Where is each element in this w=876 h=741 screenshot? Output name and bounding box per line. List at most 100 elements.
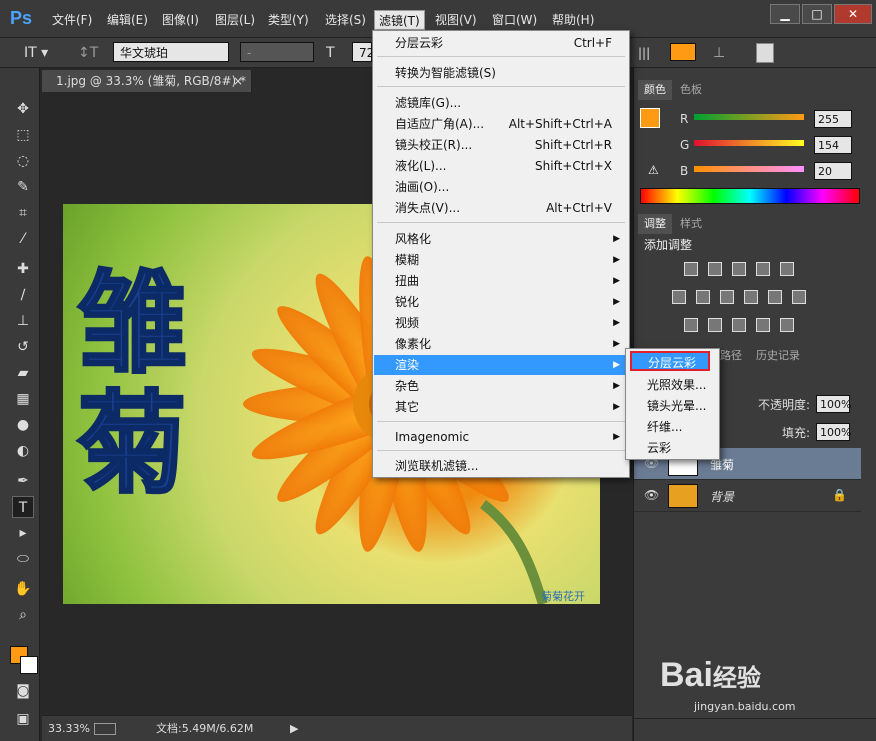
menu-item-liquify[interactable]: 液化(L)... Shift+Ctrl+X bbox=[374, 156, 628, 176]
quick-mask-icon[interactable]: ◙ bbox=[12, 680, 34, 702]
menu-item-pixelate[interactable]: 像素化 ▶ bbox=[374, 334, 628, 354]
menu-item-oil-paint[interactable]: 油画(O)... bbox=[374, 177, 628, 197]
levels-icon[interactable] bbox=[708, 262, 722, 276]
photo-filter-icon[interactable] bbox=[744, 290, 758, 304]
shape-tool-icon[interactable]: ⬭ bbox=[12, 548, 34, 570]
tab-swatches[interactable]: 色板 bbox=[674, 80, 708, 100]
blur-tool-icon[interactable]: ● bbox=[12, 414, 34, 436]
submenu-item-fibers[interactable]: 纤维... bbox=[627, 417, 718, 437]
menu-item-smart-filter[interactable]: 转换为智能滤镜(S) bbox=[374, 63, 628, 83]
hue-icon[interactable] bbox=[672, 290, 686, 304]
text-layer-chuju[interactable]: 雏 菊 bbox=[76, 263, 197, 506]
submenu-item-lens-flare[interactable]: 镜头光晕... bbox=[627, 396, 718, 416]
tab-color[interactable]: 颜色 bbox=[638, 80, 672, 100]
font-family-select[interactable]: 华文琥珀 bbox=[113, 42, 229, 62]
menu-item-blur[interactable]: 模糊 ▶ bbox=[374, 250, 628, 270]
character-panel-icon[interactable] bbox=[756, 43, 774, 63]
menu-item-noise[interactable]: 杂色 ▶ bbox=[374, 376, 628, 396]
opacity-value[interactable]: 100% bbox=[816, 395, 851, 413]
menu-item-imagenomic[interactable]: Imagenomic ▶ bbox=[374, 427, 628, 447]
threshold-icon[interactable] bbox=[732, 318, 746, 332]
fill-value[interactable]: 100% bbox=[816, 423, 851, 441]
tab-styles[interactable]: 样式 bbox=[674, 214, 708, 234]
text-orientation-icon[interactable]: ↕T bbox=[78, 42, 100, 64]
pen-tool-icon[interactable]: ✒ bbox=[12, 470, 34, 492]
menu-layer[interactable]: 图层(L) bbox=[211, 10, 259, 30]
b-slider[interactable] bbox=[694, 166, 804, 172]
crop-tool-icon[interactable]: ⌗ bbox=[12, 202, 34, 224]
color-spectrum[interactable] bbox=[640, 188, 860, 204]
menu-item-adaptive-wide[interactable]: 自适应广角(A)... Alt+Shift+Ctrl+A bbox=[374, 114, 628, 134]
menu-item-stylize[interactable]: 风格化 ▶ bbox=[374, 229, 628, 249]
curves-icon[interactable] bbox=[732, 262, 746, 276]
posterize-icon[interactable] bbox=[708, 318, 722, 332]
brush-tool-icon[interactable]: ∕ bbox=[12, 284, 34, 306]
submenu-item-difference-clouds[interactable]: 分层云彩 bbox=[630, 351, 710, 371]
bw-icon[interactable] bbox=[720, 290, 734, 304]
dodge-tool-icon[interactable]: ◐ bbox=[12, 440, 34, 462]
menu-item-other[interactable]: 其它 ▶ bbox=[374, 397, 628, 417]
menu-item-distort[interactable]: 扭曲 ▶ bbox=[374, 271, 628, 291]
menu-image[interactable]: 图像(I) bbox=[158, 10, 203, 30]
tab-adjustments[interactable]: 调整 bbox=[638, 214, 672, 234]
channel-mixer-icon[interactable] bbox=[768, 290, 782, 304]
quick-select-tool-icon[interactable]: ✎ bbox=[12, 176, 34, 198]
menu-filter[interactable]: 滤镜(T) bbox=[374, 10, 425, 30]
font-size-field[interactable]: 72 bbox=[352, 42, 374, 62]
screen-mode-icon[interactable]: ▣ bbox=[12, 708, 34, 730]
history-brush-icon[interactable]: ↺ bbox=[12, 336, 34, 358]
background-color-swatch[interactable] bbox=[20, 656, 38, 674]
close-tab-icon[interactable]: × bbox=[233, 70, 243, 92]
layer-row-background[interactable]: 👁 背景 🔒 bbox=[634, 480, 861, 512]
layer-name[interactable]: 背景 bbox=[710, 488, 734, 505]
submenu-item-clouds[interactable]: 云彩 bbox=[627, 438, 718, 458]
menu-item-filter-gallery[interactable]: 滤镜库(G)... bbox=[374, 93, 628, 113]
minimize-button[interactable]: ▁ bbox=[770, 4, 800, 24]
menu-item-sharpen[interactable]: 锐化 ▶ bbox=[374, 292, 628, 312]
text-tool-preset-icon[interactable]: IT ▾ bbox=[24, 42, 64, 64]
color-foreground[interactable] bbox=[640, 108, 660, 128]
menu-item-render[interactable]: 渲染 ▶ bbox=[374, 355, 628, 375]
invert-icon[interactable] bbox=[684, 318, 698, 332]
r-value[interactable]: 255 bbox=[814, 110, 852, 128]
hand-tool-icon[interactable]: ✋ bbox=[12, 578, 34, 600]
menu-file[interactable]: 文件(F) bbox=[48, 10, 96, 30]
brightness-icon[interactable] bbox=[684, 262, 698, 276]
status-icon[interactable] bbox=[94, 723, 116, 735]
zoom-level[interactable]: 33.33% bbox=[48, 716, 90, 741]
r-slider[interactable] bbox=[694, 114, 804, 120]
menu-help[interactable]: 帮助(H) bbox=[548, 10, 598, 30]
menu-select[interactable]: 选择(S) bbox=[321, 10, 370, 30]
tab-history[interactable]: 历史记录 bbox=[750, 346, 806, 366]
type-tool-icon[interactable]: T bbox=[12, 496, 34, 518]
menu-type[interactable]: 类型(Y) bbox=[264, 10, 313, 30]
menu-edit[interactable]: 编辑(E) bbox=[103, 10, 152, 30]
layer-visibility-icon[interactable]: 👁 bbox=[644, 488, 659, 502]
status-menu-arrow-icon[interactable]: ▶ bbox=[290, 716, 298, 741]
menu-item-video[interactable]: 视频 ▶ bbox=[374, 313, 628, 333]
selective-color-icon[interactable] bbox=[756, 318, 770, 332]
menu-window[interactable]: 窗口(W) bbox=[488, 10, 541, 30]
b-value[interactable]: 20 bbox=[814, 162, 852, 180]
stamp-tool-icon[interactable]: ⊥ bbox=[12, 310, 34, 332]
eraser-tool-icon[interactable]: ▰ bbox=[12, 362, 34, 384]
g-slider[interactable] bbox=[694, 140, 804, 146]
g-value[interactable]: 154 bbox=[814, 136, 852, 154]
text-color-swatch[interactable] bbox=[670, 43, 696, 61]
submenu-item-lighting-effects[interactable]: 光照效果... bbox=[627, 375, 718, 395]
lasso-tool-icon[interactable]: ◌ bbox=[12, 150, 34, 172]
move-tool-icon[interactable]: ✥ bbox=[12, 98, 34, 120]
font-style-select[interactable]: - bbox=[240, 42, 314, 62]
close-button[interactable]: ✕ bbox=[834, 4, 872, 24]
marquee-tool-icon[interactable]: ⬚ bbox=[12, 124, 34, 146]
gamut-warning-icon[interactable]: ⚠ bbox=[648, 163, 659, 177]
menu-item-vanishing-point[interactable]: 消失点(V)... Alt+Ctrl+V bbox=[374, 198, 628, 218]
exposure-icon[interactable] bbox=[756, 262, 770, 276]
gradient-tool-icon[interactable]: ▦ bbox=[12, 388, 34, 410]
zoom-tool-icon[interactable]: ⌕ bbox=[12, 604, 34, 626]
warp-text-icon-2[interactable]: ⊥ bbox=[713, 42, 733, 64]
menu-view[interactable]: 视图(V) bbox=[431, 10, 481, 30]
eyedropper-tool-icon[interactable]: ⁄ bbox=[12, 228, 34, 250]
color-balance-icon[interactable] bbox=[696, 290, 710, 304]
vibrance-icon[interactable] bbox=[780, 262, 794, 276]
